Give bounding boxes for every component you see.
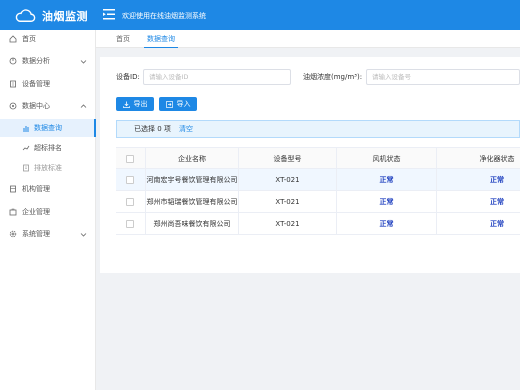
building-icon <box>9 185 17 193</box>
fan-status-cell: 正常 <box>337 169 437 191</box>
data-table: 企业名称 设备型号 风机状态 净化器状态 河南宏宇号餐饮管理有限公司 XT-02… <box>116 147 520 235</box>
purifier-status-cell: 正常 <box>490 198 504 206</box>
sidebar-item-exceed-ranking[interactable]: 超标排名 <box>0 141 96 155</box>
sidebar-item-enterprise-management[interactable]: 企业管理 <box>0 205 96 219</box>
company-cell: 郑州尚吾味餐饮有限公司 <box>146 213 239 235</box>
upload-icon <box>165 100 173 108</box>
column-header: 设备型号 <box>239 148 337 170</box>
column-header: 净化器状态 <box>479 155 515 163</box>
concentration-label: 油烟浓度(mg/m³): <box>303 73 363 81</box>
tab-bar: 首页 数据查询 <box>96 30 520 48</box>
model-cell: XT-021 <box>239 169 337 191</box>
sidebar: 首页 数据分析 设备管理 数据中心 数据查询 超标排名 排放标准 机构管理 企业… <box>0 30 96 390</box>
home-icon <box>9 35 17 43</box>
table-row[interactable]: 郑州市韬瑞餐饮管理有限公司 XT-021 正常 正常 <box>116 191 520 213</box>
chevron-down-icon <box>80 59 87 64</box>
sidebar-item-label: 数据分析 <box>22 57 50 65</box>
welcome-text: 欢迎使用在线油烟监测系统 <box>122 12 206 20</box>
tab-home[interactable]: 首页 <box>116 30 130 48</box>
column-header: 企业名称 <box>146 148 239 170</box>
row-checkbox[interactable] <box>126 220 134 228</box>
sidebar-item-system-management[interactable]: 系统管理 <box>0 227 96 241</box>
concentration-input[interactable] <box>366 69 520 85</box>
selection-bar: 已选择 0 项 清空 <box>116 120 520 138</box>
menu-collapse-icon[interactable] <box>103 9 115 20</box>
sidebar-item-label: 系统管理 <box>22 230 50 238</box>
sidebar-item-institution-management[interactable]: 机构管理 <box>0 182 96 196</box>
device-icon <box>9 80 17 88</box>
settings-icon <box>9 230 17 238</box>
tab-data-query[interactable]: 数据查询 <box>144 30 178 48</box>
device-id-input[interactable] <box>143 69 291 85</box>
chevron-up-icon <box>80 103 87 108</box>
sidebar-item-label: 排放标准 <box>34 164 62 172</box>
selection-count: 已选择 0 项 <box>134 125 171 133</box>
sidebar-item-data-center[interactable]: 数据中心 <box>0 99 96 113</box>
select-all-checkbox[interactable] <box>126 155 134 163</box>
sidebar-item-label: 超标排名 <box>34 144 62 152</box>
table-header: 企业名称 设备型号 风机状态 净化器状态 <box>116 147 520 170</box>
row-checkbox-cell <box>116 169 146 191</box>
logo: 油烟监测 <box>14 8 88 24</box>
app-title: 油烟监测 <box>42 10 88 23</box>
sidebar-item-label: 机构管理 <box>22 185 50 193</box>
sidebar-item-label: 企业管理 <box>22 208 50 216</box>
sidebar-item-data-analysis[interactable]: 数据分析 <box>0 54 96 68</box>
top-header: 油烟监测 欢迎使用在线油烟监测系统 <box>0 0 520 30</box>
import-button[interactable]: 导入 <box>159 97 197 111</box>
device-id-label: 设备ID: <box>116 73 140 81</box>
chevron-down-icon <box>80 232 87 237</box>
fan-status-cell: 正常 <box>337 191 437 213</box>
bar-chart-icon <box>22 124 30 132</box>
document-icon <box>22 164 30 172</box>
company-cell: 河南宏宇号餐饮管理有限公司 <box>146 169 239 191</box>
sidebar-item-device-management[interactable]: 设备管理 <box>0 77 96 91</box>
clear-selection-link[interactable]: 清空 <box>179 124 193 134</box>
sidebar-item-label: 首页 <box>22 35 36 43</box>
export-button[interactable]: 导出 <box>116 97 154 111</box>
purifier-status-cell: 正常 <box>490 176 504 184</box>
export-label: 导出 <box>133 100 148 108</box>
sidebar-item-data-query[interactable]: 数据查询 <box>0 119 96 137</box>
model-cell: XT-021 <box>239 213 337 235</box>
trend-icon <box>22 144 30 152</box>
chart-icon <box>9 57 17 65</box>
table-row[interactable]: 郑州尚吾味餐饮有限公司 XT-021 正常 正常 <box>116 213 520 235</box>
column-header: 风机状态 <box>337 148 437 170</box>
sidebar-item-emission-standard[interactable]: 排放标准 <box>0 161 96 175</box>
row-checkbox-cell <box>116 213 146 235</box>
data-center-icon <box>9 102 17 110</box>
model-cell: XT-021 <box>239 191 337 213</box>
fan-status-cell: 正常 <box>337 213 437 235</box>
header-checkbox-cell <box>116 148 146 170</box>
sidebar-item-home[interactable]: 首页 <box>0 32 96 46</box>
download-icon <box>122 101 130 108</box>
sidebar-item-label: 数据中心 <box>22 102 50 110</box>
company-cell: 郑州市韬瑞餐饮管理有限公司 <box>146 191 239 213</box>
sidebar-item-label: 数据查询 <box>34 124 62 132</box>
cloud-icon <box>15 9 36 22</box>
row-checkbox[interactable] <box>126 198 134 206</box>
row-checkbox-cell <box>116 191 146 213</box>
row-checkbox[interactable] <box>126 176 134 184</box>
import-label: 导入 <box>176 100 191 108</box>
sidebar-item-label: 设备管理 <box>22 80 50 88</box>
enterprise-icon <box>9 208 17 216</box>
purifier-status-cell: 正常 <box>490 220 504 228</box>
table-row[interactable]: 河南宏宇号餐饮管理有限公司 XT-021 正常 正常 <box>116 169 520 191</box>
